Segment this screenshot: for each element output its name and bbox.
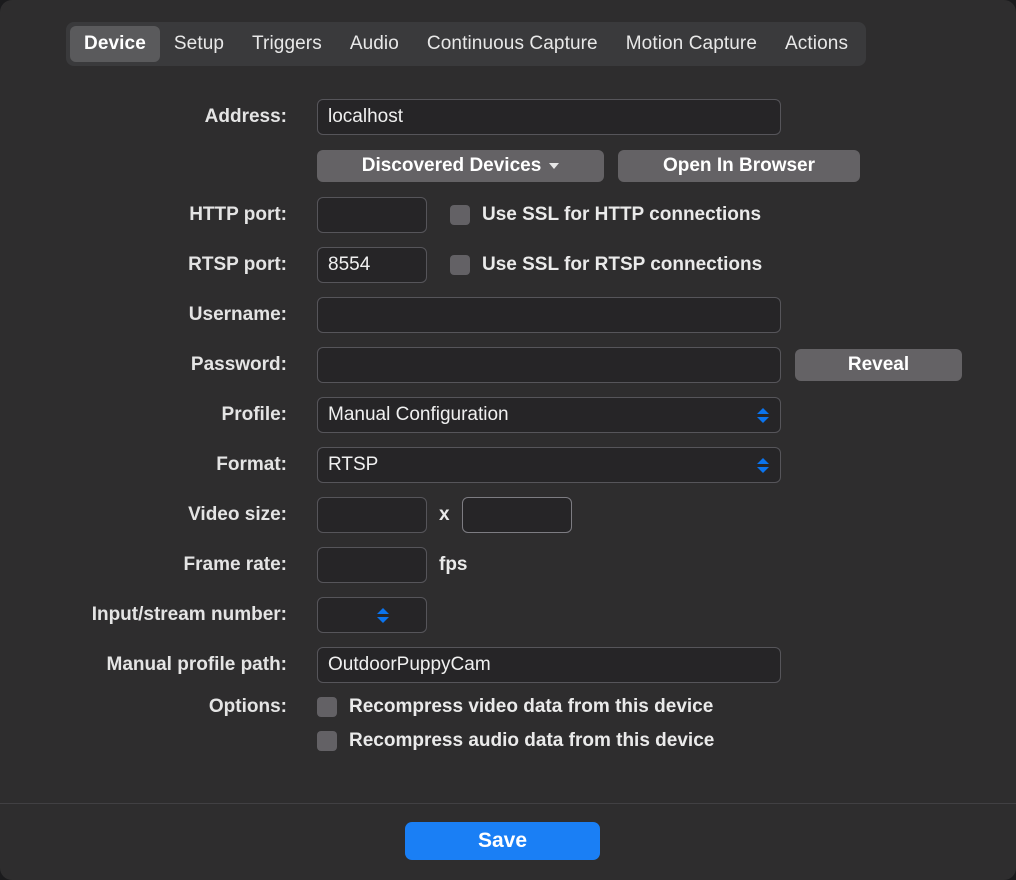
options-label: Options: — [208, 696, 287, 717]
address-field-area: localhost — [317, 92, 781, 142]
row-manual-profile-path: Manual profile path: OutdoorPuppyCam — [0, 640, 1016, 690]
username-field-area — [317, 290, 781, 340]
device-actions-area: Discovered Devices Open In Browser — [317, 142, 860, 190]
username-label: Username: — [188, 304, 287, 325]
device-form: Address: localhost Discovered Devices Op… — [0, 92, 1016, 758]
tab-device[interactable]: Device — [70, 26, 160, 62]
password-label: Password: — [190, 354, 287, 375]
format-label: Format: — [216, 454, 287, 475]
up-down-chevron-icon — [756, 404, 770, 426]
options-video-area: Recompress video data from this device — [317, 690, 713, 724]
input-stream-number-field-area — [317, 590, 427, 640]
video-size-separator: x — [439, 504, 450, 525]
row-http-port: HTTP port: Use SSL for HTTP connections — [0, 190, 1016, 240]
footer-separator — [0, 803, 1016, 804]
rtsp-ssl-label: Use SSL for RTSP connections — [482, 254, 763, 275]
frame-rate-field-area: fps — [317, 540, 480, 590]
rtsp-port-input[interactable]: 8554 — [317, 247, 427, 283]
row-video-size: Video size: x — [0, 490, 1016, 540]
video-width-input[interactable] — [317, 497, 427, 533]
row-address: Address: localhost — [0, 92, 1016, 142]
manual-profile-path-field-area: OutdoorPuppyCam — [317, 640, 781, 690]
profile-field-area: Manual Configuration — [317, 390, 781, 440]
row-options-video: Options: Recompress video data from this… — [0, 690, 1016, 724]
recompress-video-label: Recompress video data from this device — [349, 696, 714, 717]
row-password: Password: Reveal — [0, 340, 1016, 390]
row-options-audio: Recompress audio data from this device — [0, 724, 1016, 758]
frame-rate-label: Frame rate: — [183, 554, 288, 575]
device-settings-window: Device Setup Triggers Audio Continuous C… — [0, 0, 1016, 880]
recompress-video-checkbox[interactable] — [317, 697, 337, 717]
open-in-browser-button[interactable]: Open In Browser — [618, 150, 860, 182]
tab-triggers[interactable]: Triggers — [238, 26, 336, 62]
profile-select[interactable]: Manual Configuration — [317, 397, 781, 433]
row-username: Username: — [0, 290, 1016, 340]
recompress-video-checkbox-row[interactable]: Recompress video data from this device — [317, 696, 713, 718]
tab-setup[interactable]: Setup — [160, 26, 238, 62]
rtsp-port-label: RTSP port: — [188, 254, 287, 275]
discovered-devices-label: Discovered Devices — [361, 155, 542, 176]
rtsp-ssl-checkbox[interactable] — [450, 255, 470, 275]
http-port-input[interactable] — [317, 197, 427, 233]
address-input[interactable]: localhost — [317, 99, 781, 135]
rtsp-ssl-checkbox-row[interactable]: Use SSL for RTSP connections — [450, 254, 762, 276]
address-label: Address: — [204, 106, 287, 127]
password-input[interactable] — [317, 347, 781, 383]
frame-rate-input[interactable] — [317, 547, 427, 583]
tab-continuous-capture[interactable]: Continuous Capture — [413, 26, 612, 62]
tab-actions[interactable]: Actions — [771, 26, 862, 62]
up-down-chevron-icon — [376, 604, 390, 626]
manual-profile-path-label: Manual profile path: — [106, 654, 288, 675]
up-down-chevron-icon — [756, 454, 770, 476]
password-field-area: Reveal — [317, 340, 962, 390]
row-rtsp-port: RTSP port: 8554 Use SSL for RTSP connect… — [0, 240, 1016, 290]
http-ssl-checkbox[interactable] — [450, 205, 470, 225]
row-frame-rate: Frame rate: fps — [0, 540, 1016, 590]
http-port-label: HTTP port: — [189, 204, 287, 225]
row-input-stream-number: Input/stream number: — [0, 590, 1016, 640]
http-ssl-label: Use SSL for HTTP connections — [482, 204, 762, 225]
chevron-down-icon — [549, 163, 560, 169]
video-height-input[interactable] — [461, 497, 572, 533]
video-size-label: Video size: — [188, 504, 287, 525]
profile-label: Profile: — [221, 404, 287, 425]
recompress-audio-label: Recompress audio data from this device — [349, 730, 715, 751]
tab-bar: Device Setup Triggers Audio Continuous C… — [66, 22, 867, 66]
tab-audio[interactable]: Audio — [336, 26, 413, 62]
options-audio-area: Recompress audio data from this device — [317, 724, 714, 758]
input-stream-number-label: Input/stream number: — [91, 604, 287, 625]
row-profile: Profile: Manual Configuration — [0, 390, 1016, 440]
format-field-area: RTSP — [317, 440, 781, 490]
reveal-password-button[interactable]: Reveal — [795, 349, 962, 381]
http-ssl-checkbox-row[interactable]: Use SSL for HTTP connections — [450, 204, 761, 226]
format-selected-value: RTSP — [328, 454, 379, 475]
format-select[interactable]: RTSP — [317, 447, 781, 483]
http-port-field-area: Use SSL for HTTP connections — [317, 190, 761, 240]
rtsp-port-field-area: 8554 Use SSL for RTSP connections — [317, 240, 762, 290]
recompress-audio-checkbox-row[interactable]: Recompress audio data from this device — [317, 730, 714, 752]
save-button[interactable]: Save — [405, 822, 600, 860]
frame-rate-unit: fps — [439, 554, 468, 575]
recompress-audio-checkbox[interactable] — [317, 731, 337, 751]
input-stream-number-select[interactable] — [317, 597, 427, 633]
profile-selected-value: Manual Configuration — [328, 404, 509, 425]
tab-motion-capture[interactable]: Motion Capture — [612, 26, 771, 62]
manual-profile-path-input[interactable]: OutdoorPuppyCam — [317, 647, 781, 683]
username-input[interactable] — [317, 297, 781, 333]
row-device-actions: Discovered Devices Open In Browser — [0, 142, 1016, 190]
row-format: Format: RTSP — [0, 440, 1016, 490]
discovered-devices-button[interactable]: Discovered Devices — [317, 150, 604, 182]
video-size-field-area: x — [317, 490, 572, 540]
